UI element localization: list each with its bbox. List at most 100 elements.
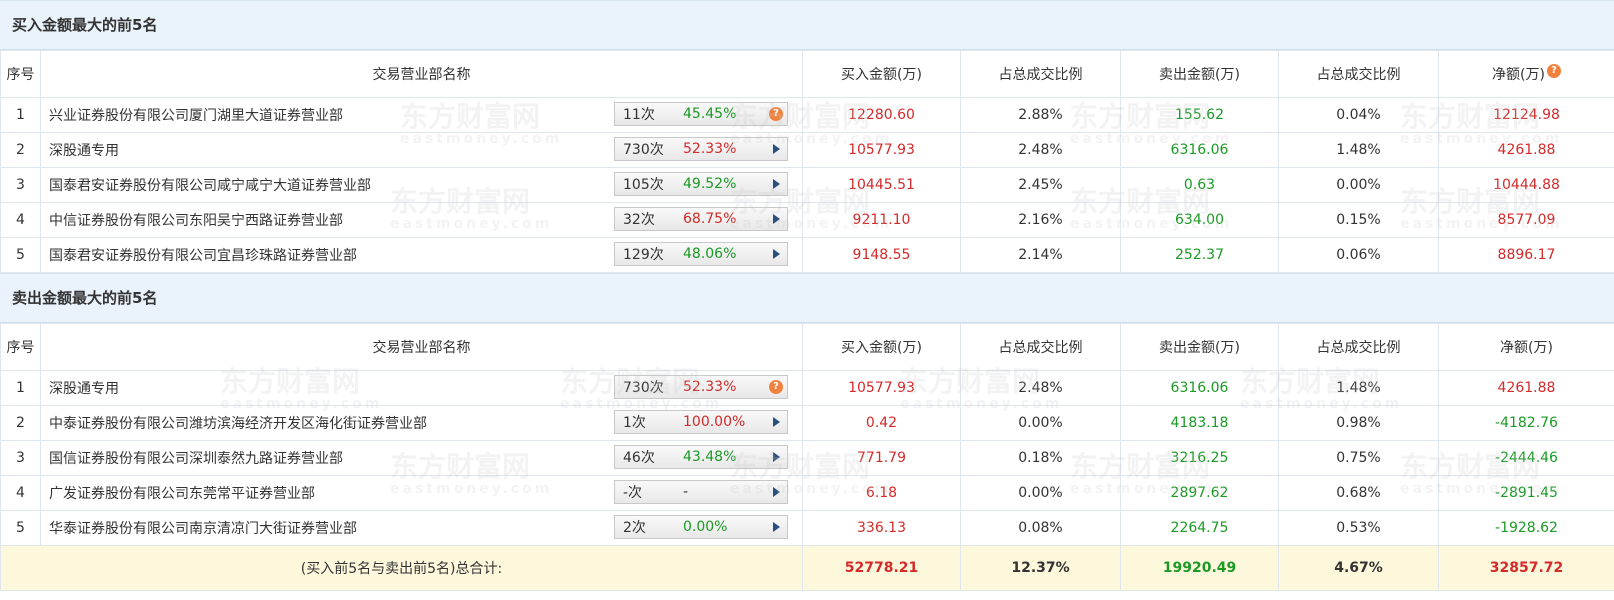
col-sell-ratio: 占总成交比例 [1278, 50, 1439, 98]
buy-section-title: 买入金额最大的前5名 [0, 0, 1614, 50]
row-index: 4 [0, 202, 41, 238]
sell-amount: 3216.25 [1120, 440, 1279, 476]
sell-ratio: 0.06% [1278, 237, 1439, 273]
total-sell-ratio: 4.67% [1278, 545, 1439, 591]
stat-expand-button[interactable] [765, 487, 787, 497]
broker-name-link[interactable]: 兴业证券股份有限公司厦门湖里大道证券营业部 [49, 105, 343, 125]
row-index: 2 [0, 405, 41, 441]
net-amount: 10444.88 [1438, 167, 1614, 203]
trade-count: -次 [623, 485, 643, 501]
broker-stat-button[interactable]: 730次 52.33%? [614, 375, 788, 399]
net-amount: -2444.46 [1438, 440, 1614, 476]
total-sell: 19920.49 [1120, 545, 1279, 591]
win-rate: 49.52% [683, 176, 737, 192]
stat-expand-button[interactable] [765, 214, 787, 224]
col-sell-amount: 卖出金额(万) [1120, 50, 1279, 98]
sell-amount: 634.00 [1120, 202, 1279, 238]
buy-ratio: 0.00% [960, 405, 1121, 441]
broker-stat-button[interactable]: 2次 0.00% [614, 515, 788, 539]
total-buy-ratio: 12.37% [960, 545, 1121, 591]
table-row: 4 广发证券股份有限公司东莞常平证券营业部 -次 - 6.18 0.00% 2897.62 0… [0, 475, 1614, 511]
broker-name-link[interactable]: 深股通专用 [49, 140, 119, 160]
sell-amount: 4183.18 [1120, 405, 1279, 441]
buy-ratio: 0.18% [960, 440, 1121, 476]
sell-amount: 252.37 [1120, 237, 1279, 273]
total-buy: 52778.21 [802, 545, 961, 591]
total-label: (买入前5名与卖出前5名)总合计: [0, 545, 803, 591]
stat-expand-button[interactable] [765, 249, 787, 259]
buy-ratio: 2.14% [960, 237, 1121, 273]
broker-name-link[interactable]: 国信证券股份有限公司深圳泰然九路证券营业部 [49, 448, 343, 468]
broker-cell: 国泰君安证券股份有限公司宜昌珍珠路证券营业部 129次 48.06% [40, 237, 803, 273]
broker-name-link[interactable]: 国泰君安证券股份有限公司咸宁咸宁大道证券营业部 [49, 175, 371, 195]
col-net: 净额(万)? [1438, 50, 1614, 98]
broker-stat-button[interactable]: 105次 49.52% [614, 172, 788, 196]
broker-name-link[interactable]: 深股通专用 [49, 378, 119, 398]
trade-count: 46次 [623, 450, 655, 466]
row-index: 4 [0, 475, 41, 511]
net-amount: 4261.88 [1438, 370, 1614, 406]
net-amount: -4182.76 [1438, 405, 1614, 441]
question-icon[interactable]: ? [1546, 64, 1561, 78]
sell-amount: 6316.06 [1120, 370, 1279, 406]
net-amount: 8896.17 [1438, 237, 1614, 273]
trade-count: 32次 [623, 212, 655, 228]
arrow-right-icon [772, 452, 780, 462]
net-amount: 12124.98 [1438, 97, 1614, 133]
broker-stat-button[interactable]: 11次 45.45%? [614, 102, 788, 126]
trade-count: 2次 [623, 520, 646, 536]
stat-expand-button[interactable] [765, 417, 787, 427]
broker-name-link[interactable]: 中泰证券股份有限公司潍坊滨海经济开发区海化街证券营业部 [49, 413, 427, 433]
stat-expand-button[interactable]: ? [765, 380, 787, 394]
broker-name-link[interactable]: 广发证券股份有限公司东莞常平证券营业部 [49, 483, 315, 503]
stat-expand-button[interactable] [765, 452, 787, 462]
broker-cell: 深股通专用 730次 52.33% [40, 132, 803, 168]
broker-stat-button[interactable]: -次 - [614, 480, 788, 504]
buy-amount: 10577.93 [802, 370, 961, 406]
arrow-right-icon [772, 249, 780, 259]
arrow-right-icon [772, 214, 780, 224]
arrow-right-icon [772, 179, 780, 189]
buy-amount: 10445.51 [802, 167, 961, 203]
col-sell-amount: 卖出金额(万) [1120, 323, 1279, 371]
buy-amount: 6.18 [802, 475, 961, 511]
table-row: 1 深股通专用 730次 52.33%? 10577.93 2.48% 6316.06 1.4… [0, 370, 1614, 406]
buy-ratio: 2.48% [960, 132, 1121, 168]
win-rate: 0.00% [683, 519, 728, 535]
col-index: 序号 [0, 323, 41, 371]
broker-name-link[interactable]: 国泰君安证券股份有限公司宜昌珍珠路证券营业部 [49, 245, 357, 265]
broker-name-link[interactable]: 中信证券股份有限公司东阳吴宁西路证券营业部 [49, 210, 343, 230]
col-broker-name: 交易营业部名称 [40, 50, 803, 98]
net-amount: -2891.45 [1438, 475, 1614, 511]
broker-cell: 广发证券股份有限公司东莞常平证券营业部 -次 - [40, 475, 803, 511]
table-row: 1 兴业证券股份有限公司厦门湖里大道证券营业部 11次 45.45%? 12280.60… [0, 97, 1614, 133]
broker-stat-button[interactable]: 129次 48.06% [614, 242, 788, 266]
sell-ratio: 0.04% [1278, 97, 1439, 133]
buy-ratio: 2.48% [960, 370, 1121, 406]
broker-stat-button[interactable]: 46次 43.48% [614, 445, 788, 469]
col-net: 净额(万) [1438, 323, 1614, 371]
trade-count: 1次 [623, 415, 646, 431]
win-rate: 100.00% [683, 414, 746, 430]
buy-amount: 9211.10 [802, 202, 961, 238]
stat-expand-button[interactable]: ? [765, 107, 787, 121]
col-sell-ratio: 占总成交比例 [1278, 323, 1439, 371]
stat-expand-button[interactable] [765, 179, 787, 189]
sell-ratio: 0.68% [1278, 475, 1439, 511]
trade-count: 129次 [623, 247, 664, 263]
question-icon[interactable]: ? [769, 107, 783, 121]
broker-name-link[interactable]: 华泰证券股份有限公司南京清凉门大街证券营业部 [49, 518, 357, 538]
row-index: 2 [0, 132, 41, 168]
broker-cell: 国信证券股份有限公司深圳泰然九路证券营业部 46次 43.48% [40, 440, 803, 476]
broker-stat-button[interactable]: 1次 100.00% [614, 410, 788, 434]
question-icon[interactable]: ? [769, 380, 783, 394]
stat-expand-button[interactable] [765, 144, 787, 154]
buy-amount: 9148.55 [802, 237, 961, 273]
buy-amount: 10577.93 [802, 132, 961, 168]
broker-stat-button[interactable]: 32次 68.75% [614, 207, 788, 231]
net-amount: -1928.62 [1438, 510, 1614, 546]
stat-expand-button[interactable] [765, 522, 787, 532]
buy-ratio: 0.08% [960, 510, 1121, 546]
broker-cell: 国泰君安证券股份有限公司咸宁咸宁大道证券营业部 105次 49.52% [40, 167, 803, 203]
broker-stat-button[interactable]: 730次 52.33% [614, 137, 788, 161]
